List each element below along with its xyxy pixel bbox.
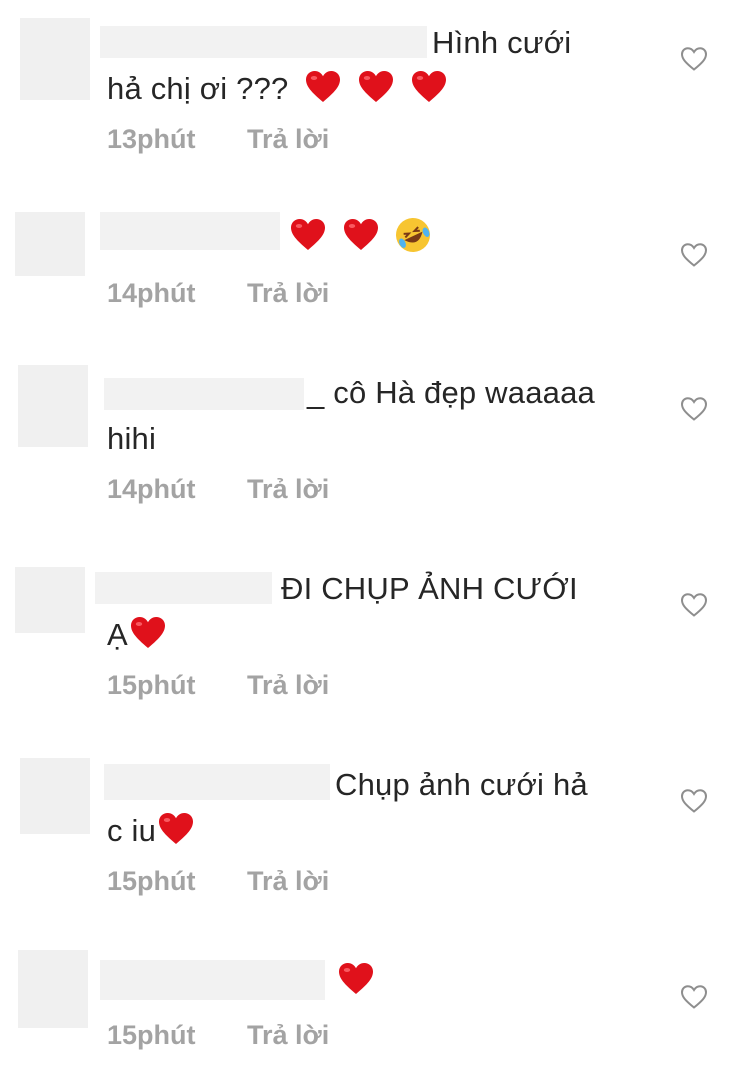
comment-line: hihi xyxy=(107,421,157,456)
comment-line: c iu xyxy=(107,813,157,848)
comment-line: hả chị ơi ??? xyxy=(107,71,289,106)
red-heart-emoji xyxy=(290,218,326,252)
avatar[interactable] xyxy=(15,567,85,633)
reply-button[interactable]: Trả lời xyxy=(247,124,329,155)
red-heart-emoji xyxy=(411,70,447,104)
timestamp: 15phút xyxy=(107,866,196,896)
avatar[interactable] xyxy=(18,365,88,447)
timestamp: 15phút xyxy=(107,670,196,700)
username[interactable] xyxy=(100,212,280,250)
like-heart-icon[interactable] xyxy=(680,242,708,268)
username[interactable] xyxy=(100,960,325,1000)
comment-line: _ cô Hà đẹp waaaaa xyxy=(307,375,595,410)
like-heart-icon[interactable] xyxy=(680,984,708,1010)
comment-text xyxy=(280,214,432,260)
comment-line: Ạ xyxy=(107,617,128,652)
avatar[interactable] xyxy=(15,212,85,276)
comment-line: Hình cưới xyxy=(432,25,572,60)
reply-button[interactable]: Trả lời xyxy=(247,1020,329,1051)
reply-button[interactable]: Trả lời xyxy=(247,866,329,897)
username[interactable] xyxy=(104,378,304,410)
timestamp: 15phút xyxy=(107,1020,196,1050)
red-heart-emoji xyxy=(338,962,374,996)
timestamp: 13phút xyxy=(107,124,196,154)
username[interactable] xyxy=(104,764,330,800)
like-heart-icon[interactable] xyxy=(680,788,708,814)
red-heart-emoji xyxy=(130,616,166,650)
avatar[interactable] xyxy=(20,758,90,834)
timestamp: 14phút xyxy=(107,278,196,308)
avatar[interactable] xyxy=(20,18,90,100)
username[interactable] xyxy=(95,572,272,604)
red-heart-emoji xyxy=(158,812,194,846)
reply-button[interactable]: Trả lời xyxy=(247,474,329,505)
red-heart-emoji xyxy=(305,70,341,104)
red-heart-emoji xyxy=(343,218,379,252)
avatar[interactable] xyxy=(18,950,88,1028)
timestamp: 14phút xyxy=(107,474,196,504)
like-heart-icon[interactable] xyxy=(680,592,708,618)
reply-button[interactable]: Trả lời xyxy=(247,278,329,309)
rolling-laughing-emoji xyxy=(395,217,430,252)
like-heart-icon[interactable] xyxy=(680,396,708,422)
comment-text xyxy=(330,958,374,1004)
like-heart-icon[interactable] xyxy=(680,46,708,72)
red-heart-emoji xyxy=(358,70,394,104)
comment-line: ĐI CHỤP ẢNH CƯỚI xyxy=(281,571,578,606)
comment-line: Chụp ảnh cưới hả xyxy=(335,767,588,802)
reply-button[interactable]: Trả lời xyxy=(247,670,329,701)
username[interactable] xyxy=(100,26,427,58)
